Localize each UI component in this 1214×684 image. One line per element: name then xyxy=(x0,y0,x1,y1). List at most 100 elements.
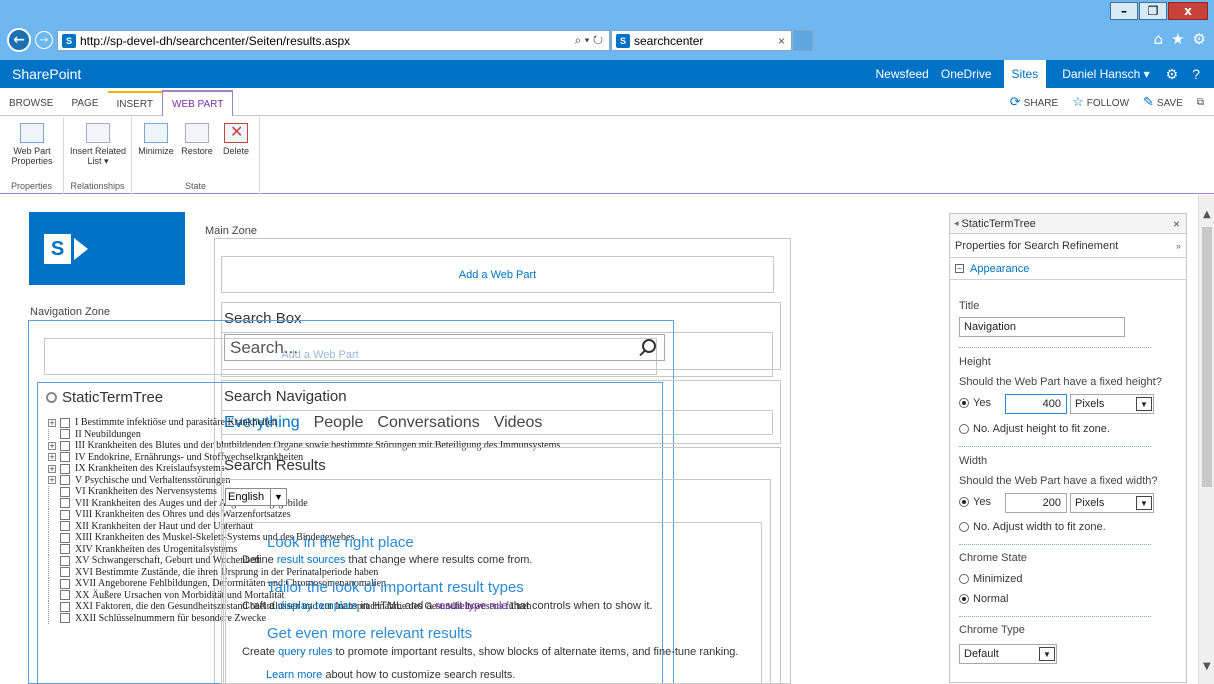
radio-unselected-icon[interactable] xyxy=(959,574,969,584)
radio-selected-icon[interactable] xyxy=(959,594,969,604)
term-checkbox[interactable] xyxy=(60,578,70,589)
term-checkbox[interactable] xyxy=(60,440,70,451)
term-tree-item[interactable]: + I Bestimmte infektiöse und parasitäre K… xyxy=(48,417,560,429)
language-select[interactable]: English ▼ xyxy=(225,488,287,506)
help-icon[interactable]: ? xyxy=(1192,66,1200,82)
scroll-down-icon[interactable]: ▼ xyxy=(1203,661,1211,672)
web-part-properties-button[interactable]: Web Part Properties xyxy=(4,123,60,166)
term-checkbox[interactable] xyxy=(60,521,70,532)
term-checkbox[interactable] xyxy=(60,509,70,520)
height-yes-radio[interactable]: Yes xyxy=(959,397,991,409)
radio-selected-icon[interactable] xyxy=(959,398,969,408)
radio-selected-icon[interactable] xyxy=(959,497,969,507)
term-checkbox[interactable] xyxy=(60,452,70,463)
radio-unselected-icon[interactable] xyxy=(959,522,969,532)
favorites-star-icon[interactable]: ★ xyxy=(1171,30,1184,48)
tab-web-part[interactable]: WEB PART xyxy=(162,90,234,116)
tab-browse[interactable]: BROWSE xyxy=(0,91,62,115)
width-value-input[interactable]: 200 xyxy=(1005,493,1067,513)
term-checkbox[interactable] xyxy=(60,544,70,555)
suite-link-newsfeed[interactable]: Newsfeed xyxy=(875,67,928,81)
tip-text-part: Craft a xyxy=(242,600,279,612)
chrome-normal-radio[interactable]: Normal xyxy=(959,593,1008,605)
chrome-type-select[interactable]: Default ▼ xyxy=(959,644,1057,664)
display-template-link[interactable]: display template xyxy=(278,600,358,612)
width-no-radio[interactable]: No. Adjust width to fit zone. xyxy=(959,521,1106,533)
vertical-scrollbar[interactable]: ▲ ▼ xyxy=(1198,195,1214,684)
expand-plus-icon[interactable]: + xyxy=(48,441,56,450)
address-bar[interactable]: S http://sp-devel-dh/searchcenter/Seiten… xyxy=(57,30,610,51)
expand-plus-icon[interactable]: + xyxy=(48,453,56,462)
learn-more-link[interactable]: Learn more xyxy=(266,669,322,681)
settings-gear-icon[interactable]: ⚙ xyxy=(1166,66,1179,83)
restore-window-button[interactable]: ❐ xyxy=(1139,2,1167,20)
site-logo[interactable]: S xyxy=(29,212,185,285)
term-checkbox[interactable] xyxy=(60,417,70,428)
collapse-section-icon[interactable]: − xyxy=(955,264,964,273)
save-button[interactable]: ✎ SAVE xyxy=(1143,94,1183,110)
minimize-window-button[interactable]: – xyxy=(1110,2,1138,20)
restore-button[interactable]: Restore xyxy=(178,123,216,156)
tip-text: Create query rules to promote important … xyxy=(242,646,738,658)
new-tab-button[interactable] xyxy=(793,30,813,51)
expand-plus-icon[interactable]: + xyxy=(48,476,56,485)
suite-bar: SharePoint Newsfeed OneDrive Sites Danie… xyxy=(0,60,1214,88)
result-sources-link[interactable]: result sources xyxy=(277,554,345,566)
term-tree-item[interactable]: II Neubildungen xyxy=(48,429,560,441)
term-checkbox[interactable] xyxy=(60,555,70,566)
term-checkbox[interactable] xyxy=(60,498,70,509)
chevron-icon[interactable]: » xyxy=(1176,241,1181,251)
search-icon[interactable] xyxy=(642,339,656,353)
settings-gear-icon[interactable]: ⚙ xyxy=(1193,30,1206,48)
scroll-up-icon[interactable]: ▲ xyxy=(1203,209,1211,220)
chrome-minimized-radio[interactable]: Minimized xyxy=(959,573,1023,585)
result-type-rule-link[interactable]: result type rule xyxy=(435,600,507,612)
collapse-arrow-icon[interactable]: ◂ xyxy=(954,218,959,229)
term-checkbox[interactable] xyxy=(60,475,70,486)
expand-plus-icon[interactable]: + xyxy=(48,418,56,427)
back-arrow-icon[interactable]: ← xyxy=(7,28,31,52)
browser-tab-searchcenter[interactable]: S searchcenter × xyxy=(611,30,792,51)
term-checkbox[interactable] xyxy=(60,613,70,624)
close-window-button[interactable]: x xyxy=(1168,2,1208,20)
radio-unselected-icon[interactable] xyxy=(959,424,969,434)
term-checkbox[interactable] xyxy=(60,463,70,474)
term-checkbox[interactable] xyxy=(60,532,70,543)
add-web-part-link[interactable]: Add a Web Part xyxy=(221,269,774,281)
address-url[interactable]: http://sp-devel-dh/searchcenter/Seiten/r… xyxy=(80,34,574,48)
close-tab-icon[interactable]: × xyxy=(778,34,785,48)
sharepoint-brand[interactable]: SharePoint xyxy=(12,66,875,82)
focus-content-icon[interactable]: ⧉ xyxy=(1197,97,1204,108)
delete-button[interactable]: ✕ Delete xyxy=(218,123,254,156)
close-icon[interactable]: × xyxy=(1173,217,1180,231)
term-checkbox[interactable] xyxy=(60,590,70,601)
title-input[interactable]: Navigation xyxy=(959,317,1125,337)
appearance-section-label: Appearance xyxy=(970,262,1030,275)
user-menu[interactable]: Daniel Hansch ▾ xyxy=(1062,67,1149,81)
expand-plus-icon[interactable]: + xyxy=(48,464,56,473)
minimize-button[interactable]: Minimize xyxy=(136,123,176,156)
follow-button[interactable]: ☆ FOLLOW xyxy=(1072,94,1129,110)
height-no-radio[interactable]: No. Adjust height to fit zone. xyxy=(959,423,1110,435)
scroll-thumb[interactable] xyxy=(1202,227,1212,487)
term-checkbox[interactable] xyxy=(60,601,70,612)
forward-arrow-icon[interactable]: → xyxy=(35,31,53,49)
height-unit-select[interactable]: Pixels ▼ xyxy=(1070,394,1154,414)
tab-insert[interactable]: INSERT xyxy=(107,91,162,115)
height-value-input[interactable]: 400 xyxy=(1005,394,1067,414)
width-yes-radio[interactable]: Yes xyxy=(959,496,991,508)
term-checkbox[interactable] xyxy=(60,429,70,440)
term-checkbox[interactable] xyxy=(60,486,70,497)
search-input[interactable]: Search... xyxy=(224,334,665,361)
suite-link-onedrive[interactable]: OneDrive xyxy=(941,67,992,81)
width-unit-select[interactable]: Pixels ▼ xyxy=(1070,493,1154,513)
suite-link-sites[interactable]: Sites xyxy=(1003,60,1047,88)
tab-page[interactable]: PAGE xyxy=(62,91,107,115)
appearance-section-header[interactable]: − Appearance xyxy=(950,258,1186,280)
home-icon[interactable]: ⌂ xyxy=(1154,30,1164,48)
insert-related-list-button[interactable]: Insert Related List ▾ xyxy=(68,123,128,166)
search-refresh-icon[interactable]: ⌕ ▾ ↻ xyxy=(574,33,603,48)
share-button[interactable]: ⟳ SHARE xyxy=(1010,94,1058,110)
term-checkbox[interactable] xyxy=(60,567,70,578)
query-rules-link[interactable]: query rules xyxy=(278,646,332,658)
